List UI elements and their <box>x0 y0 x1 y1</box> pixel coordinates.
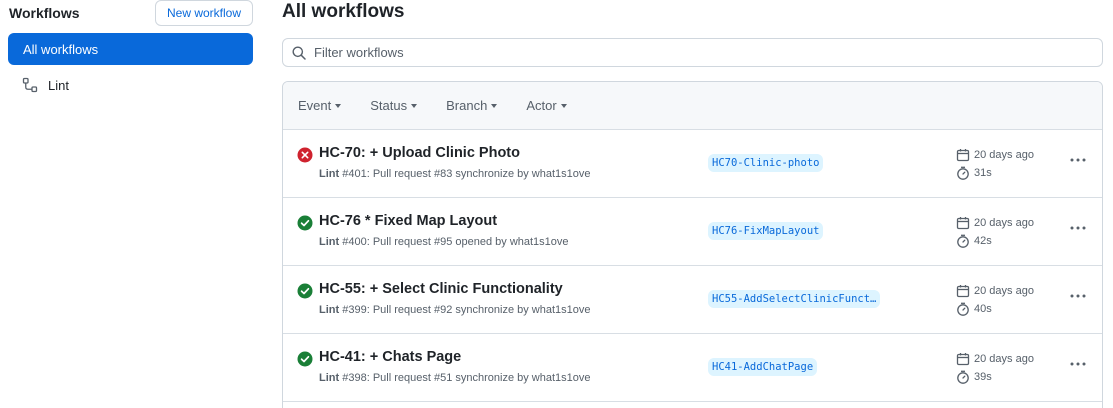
sidebar-item-label: Lint <box>48 77 69 93</box>
run-title-link[interactable]: HC-55: + Select Clinic Functionality <box>319 281 563 297</box>
sidebar-header: Workflows New workflow <box>8 0 254 27</box>
sidebar: Workflows New workflow All workflows Lin… <box>0 0 262 408</box>
kebab-menu-icon[interactable] <box>1068 220 1088 236</box>
actor-filter-label: Actor <box>526 98 557 113</box>
success-status-icon <box>297 215 313 231</box>
workflow-run-row[interactable]: HC-41: + Chats Page Lint #398: Pull requ… <box>283 334 1102 402</box>
run-date: 20 days ago <box>956 216 1034 230</box>
stopwatch-icon <box>957 166 969 180</box>
run-date-text: 20 days ago <box>974 285 1034 297</box>
run-meta: Lint #401: Pull request #83 synchronize … <box>319 168 591 180</box>
workflow-runs-list: Event Status Branch Actor HC-70: + Uploa… <box>282 81 1103 408</box>
run-date: 20 days ago <box>956 148 1034 162</box>
success-status-icon <box>297 283 313 299</box>
run-workflow-name: Lint <box>319 372 340 384</box>
run-event-text: : Pull request #95 opened by what1s1ove <box>366 236 569 248</box>
branch-label[interactable]: HC76-FixMapLayout <box>708 222 824 240</box>
run-date-text: 20 days ago <box>974 353 1034 365</box>
sidebar-title: Workflows <box>9 5 80 21</box>
kebab-menu-icon[interactable] <box>1068 152 1088 168</box>
chevron-down-icon <box>335 104 342 108</box>
run-meta: Lint #399: Pull request #92 synchronize … <box>319 304 591 316</box>
workflow-run-row[interactable]: HC-55: + Select Clinic Functionality Lin… <box>283 266 1102 334</box>
status-filter-label: Status <box>370 98 408 113</box>
stopwatch-icon <box>957 234 969 248</box>
kebab-menu-icon[interactable] <box>1068 356 1088 372</box>
run-event-text: : Pull request #51 synchronize by what1s… <box>366 372 591 384</box>
run-duration-text: 42s <box>974 235 992 247</box>
calendar-icon <box>956 285 970 298</box>
event-filter-dropdown[interactable]: Event <box>298 98 342 113</box>
stopwatch-icon <box>957 370 969 384</box>
sidebar-item-lint[interactable]: Lint <box>8 69 253 101</box>
run-meta: Lint #398: Pull request #51 synchronize … <box>319 372 591 384</box>
run-workflow-name: Lint <box>319 304 340 316</box>
success-status-icon <box>297 351 313 367</box>
chevron-down-icon <box>560 104 567 108</box>
run-workflow-name: Lint <box>319 236 340 248</box>
run-date-text: 20 days ago <box>974 149 1034 161</box>
run-number: #400 <box>342 236 367 248</box>
run-event-text: : Pull request #92 synchronize by what1s… <box>366 304 591 316</box>
run-date-text: 20 days ago <box>974 217 1034 229</box>
chevron-down-icon <box>491 104 498 108</box>
filter-workflows-input[interactable] <box>314 45 1074 60</box>
run-title-link[interactable]: HC-41: + Chats Page <box>319 349 461 365</box>
actor-filter-dropdown[interactable]: Actor <box>526 98 567 113</box>
run-duration: 31s <box>956 166 992 180</box>
workflow-icon <box>22 77 38 93</box>
run-date: 20 days ago <box>956 284 1034 298</box>
calendar-icon <box>956 353 970 366</box>
run-date: 20 days ago <box>956 352 1034 366</box>
runs-filter-bar: Event Status Branch Actor <box>283 82 1102 130</box>
failure-status-icon <box>297 147 313 163</box>
new-workflow-button[interactable]: New workflow <box>155 0 253 26</box>
status-filter-dropdown[interactable]: Status <box>370 98 418 113</box>
event-filter-label: Event <box>298 98 332 113</box>
chevron-down-icon <box>411 104 418 108</box>
sidebar-item-label: All workflows <box>23 41 99 57</box>
branch-label[interactable]: HC41-AddChatPage <box>708 358 818 376</box>
run-number: #399 <box>342 304 367 316</box>
search-icon <box>292 46 306 60</box>
sidebar-item-all-workflows[interactable]: All workflows <box>8 33 253 65</box>
branch-label[interactable]: HC55-AddSelectClinicFunct… <box>708 290 881 308</box>
calendar-icon <box>956 217 970 230</box>
run-duration-text: 31s <box>974 167 992 179</box>
run-duration: 39s <box>956 370 992 384</box>
main-content: All workflows Event Status Branch Actor … <box>282 0 1103 408</box>
run-number: #398 <box>342 372 367 384</box>
run-event-text: : Pull request #83 synchronize by what1s… <box>366 168 591 180</box>
workflow-run-row[interactable]: HC-76 * Fixed Map Layout Lint #400: Pull… <box>283 198 1102 266</box>
run-duration: 42s <box>956 234 992 248</box>
run-number: #401 <box>342 168 367 180</box>
branch-filter-dropdown[interactable]: Branch <box>446 98 498 113</box>
filter-workflows-box[interactable] <box>282 38 1103 67</box>
branch-filter-label: Branch <box>446 98 488 113</box>
page-title: All workflows <box>282 1 405 22</box>
calendar-icon <box>956 149 970 162</box>
run-workflow-name: Lint <box>319 168 340 180</box>
stopwatch-icon <box>957 302 969 316</box>
run-title-link[interactable]: HC-70: + Upload Clinic Photo <box>319 145 520 161</box>
run-title-link[interactable]: HC-76 * Fixed Map Layout <box>319 213 497 229</box>
kebab-menu-icon[interactable] <box>1068 288 1088 304</box>
run-duration-text: 40s <box>974 303 992 315</box>
run-duration: 40s <box>956 302 992 316</box>
run-meta: Lint #400: Pull request #95 opened by wh… <box>319 236 569 248</box>
run-duration-text: 39s <box>974 371 992 383</box>
workflow-run-row[interactable]: HC-70: + Upload Clinic Photo Lint #401: … <box>283 130 1102 198</box>
branch-label[interactable]: HC70-Clinic-photo <box>708 154 824 172</box>
